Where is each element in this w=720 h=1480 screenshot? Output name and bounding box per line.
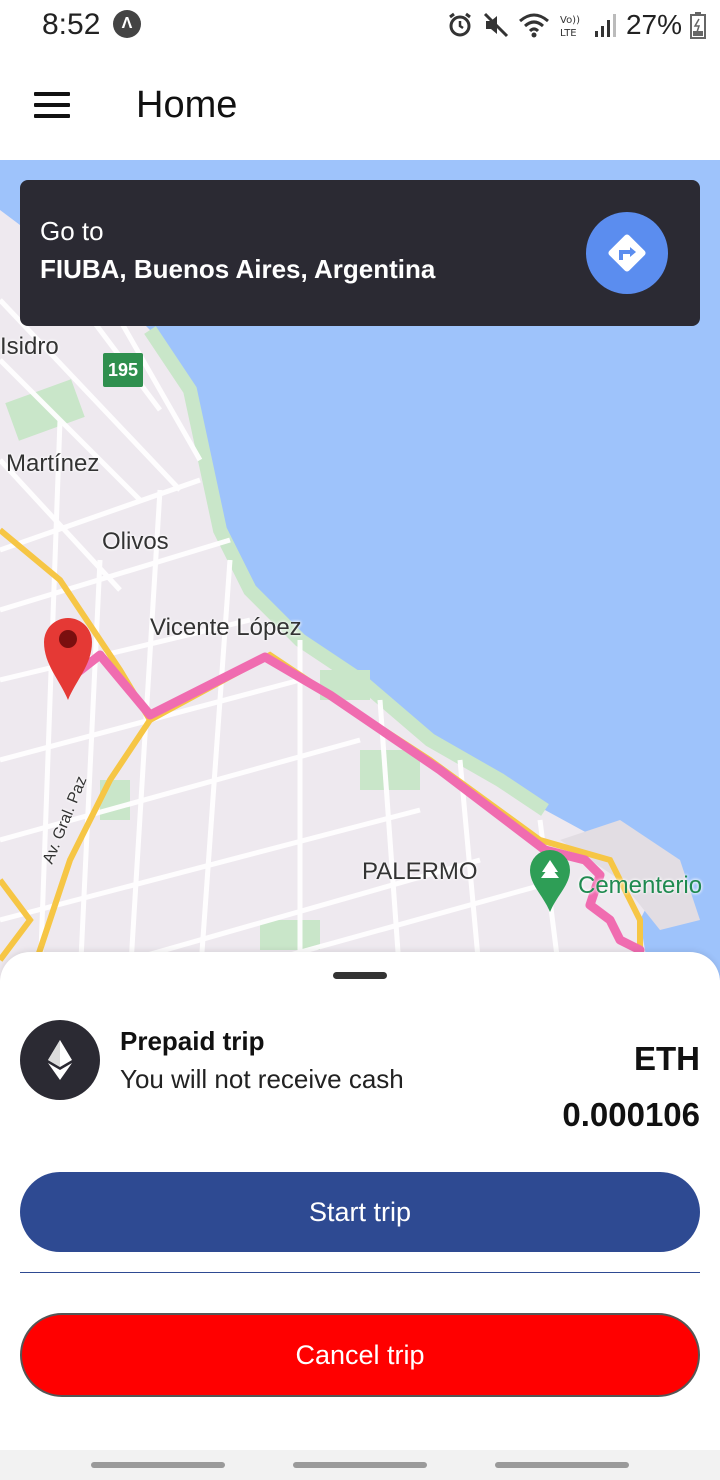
app-bar: Home (0, 50, 720, 160)
trip-bottom-sheet: Prepaid trip You will not receive cash E… (0, 952, 720, 1450)
destination-prefix: Go to (40, 216, 104, 246)
nav-recents-button[interactable] (91, 1462, 225, 1468)
nav-back-button[interactable] (495, 1462, 629, 1468)
cemetery-poi-icon[interactable] (530, 850, 570, 912)
mute-icon (483, 12, 509, 38)
directions-icon (608, 234, 646, 272)
trip-type-title: Prepaid trip (120, 1026, 265, 1056)
directions-button[interactable] (586, 212, 668, 294)
road-shield-195: 195 (103, 353, 143, 387)
cancel-trip-button[interactable]: Cancel trip (20, 1313, 700, 1397)
price-amount: 0.000106 (562, 1096, 700, 1133)
ethereum-icon (20, 1020, 100, 1100)
nav-home-button[interactable] (293, 1462, 427, 1468)
hamburger-menu-icon[interactable] (34, 90, 70, 120)
svg-text:LTE: LTE (560, 28, 577, 39)
map-label-isidro: Isidro (0, 333, 59, 360)
start-trip-button[interactable]: Start trip (20, 1172, 700, 1252)
map-label-cementerio: Cementerio (578, 872, 703, 899)
page-title: Home (136, 84, 238, 126)
signal-icon (594, 14, 616, 37)
wifi-icon (518, 13, 549, 38)
map-label-vicente-lopez: Vicente López (150, 614, 302, 641)
destination-card[interactable]: Go to FIUBA, Buenos Aires, Argentina (20, 180, 700, 326)
alarm-icon (449, 12, 471, 37)
status-bar: 8:52 Λ Vo)) LTE 27% (0, 0, 720, 50)
svg-text:Vo)): Vo)) (560, 15, 580, 26)
price-currency: ETH (634, 1040, 700, 1077)
sheet-drag-handle[interactable] (333, 972, 387, 979)
app-notification-icon: Λ (113, 10, 141, 38)
status-icons: Vo)) LTE 27% (446, 6, 706, 44)
map-label-martinez: Martínez (6, 450, 100, 477)
battery-icon (690, 12, 706, 39)
divider (20, 1272, 700, 1273)
trip-type-subtitle: You will not receive cash (120, 1064, 404, 1094)
battery-percent: 27% (625, 9, 682, 40)
system-nav-bar (0, 1450, 720, 1480)
status-time: 8:52 (42, 8, 101, 41)
destination-name: FIUBA, Buenos Aires, Argentina (40, 254, 436, 284)
map-label-olivos: Olivos (102, 528, 169, 555)
map-label-palermo: PALERMO (362, 858, 478, 885)
volte-icon: Vo)) LTE (560, 15, 580, 39)
